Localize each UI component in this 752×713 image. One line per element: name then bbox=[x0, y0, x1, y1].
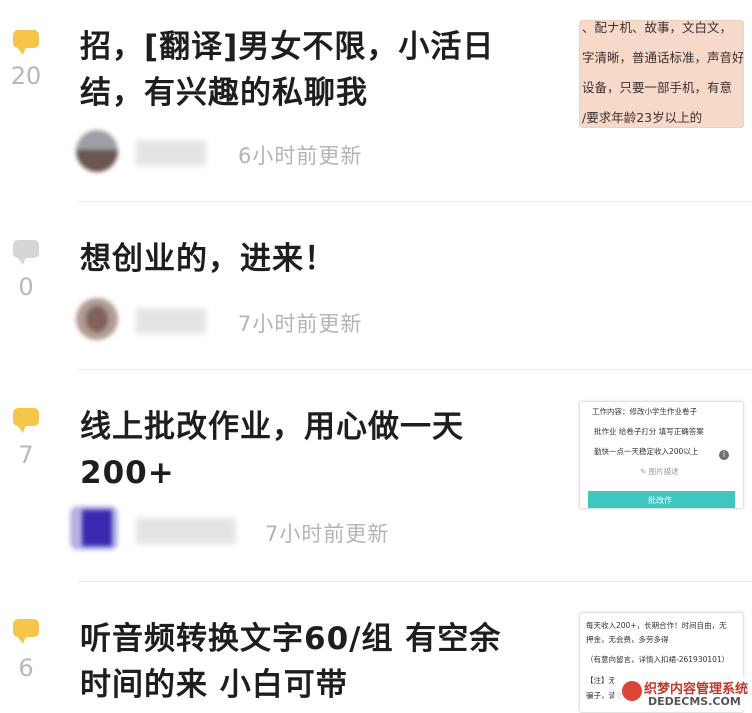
update-time: 7小时前更新 bbox=[265, 522, 390, 546]
comment-bubble-tail bbox=[17, 636, 26, 644]
post-thumbnail[interactable]: 、配ナ机、故事，文白文， 字清晰，普通话标准，声音好 设备，只要一部手机，有意 … bbox=[579, 20, 744, 128]
watermark-domain: DEDECMS.COM bbox=[648, 695, 741, 708]
thumbnail-text: 押金，无会费，多劳多得 bbox=[586, 635, 669, 644]
post-title-line: 听音频转换文字60/组 有空余 bbox=[80, 621, 502, 657]
watermark: 织梦内容管理系统 DEDECMS.COM bbox=[614, 676, 750, 710]
comment-bubble-tail bbox=[17, 257, 26, 265]
comment-count: 0 bbox=[18, 273, 34, 301]
update-time: 6小时前更新 bbox=[238, 144, 363, 168]
thumbnail-text: 工作内容：修改小学生作业卷子 bbox=[592, 407, 697, 416]
post-title[interactable]: 招，[翻译]男女不限，小活日 结，有兴趣的私聊我 bbox=[80, 24, 560, 116]
comment-bubble-tail bbox=[17, 425, 26, 433]
divider bbox=[78, 581, 752, 582]
info-icon: i bbox=[719, 450, 729, 460]
username-blurred[interactable] bbox=[136, 518, 236, 544]
thumbnail-banner: 批改作 bbox=[588, 491, 735, 508]
post-title-line: 结，有兴趣的私聊我 bbox=[80, 75, 368, 111]
comment-bubble-icon bbox=[13, 619, 39, 637]
post-title[interactable]: 听音频转换文字60/组 有空余 时间的来 小白可带 bbox=[80, 616, 560, 708]
username-blurred[interactable] bbox=[136, 308, 206, 334]
post-thumbnail[interactable]: 工作内容：修改小学生作业卷子 批作业 给卷子打分 填写正确答案 勤快一点一天稳定… bbox=[579, 401, 744, 509]
divider bbox=[78, 201, 752, 202]
thumbnail-banner-text: 批改作 bbox=[648, 496, 672, 505]
post-title-line: 时间的来 小白可带 bbox=[80, 667, 348, 703]
comment-count: 20 bbox=[10, 62, 42, 90]
comment-bubble-icon bbox=[13, 240, 39, 258]
thumbnail-text: /要求年龄23岁以上的 bbox=[582, 110, 703, 125]
divider bbox=[78, 369, 752, 370]
thumbnail-text: 批作业 给卷子打分 填写正确答案 bbox=[594, 427, 704, 436]
thumbnail-text: 设备，只要一部手机，有意 bbox=[582, 80, 733, 95]
post-title[interactable]: 想创业的，进来！ bbox=[80, 236, 560, 282]
avatar[interactable] bbox=[70, 506, 118, 550]
post-title-line: 线上批改作业，用心做一天 bbox=[80, 409, 464, 445]
post-title-line: 想创业的，进来！ bbox=[80, 241, 336, 277]
post-title[interactable]: 线上批改作业，用心做一天 200+ bbox=[80, 404, 560, 496]
thumbnail-text: 字清晰，普通话标准，声音好 bbox=[582, 50, 744, 65]
comment-count: 7 bbox=[18, 441, 34, 469]
username-blurred[interactable] bbox=[136, 140, 206, 166]
avatar[interactable] bbox=[76, 298, 118, 340]
comment-bubble-tail bbox=[17, 47, 26, 55]
post-title-line: 200+ bbox=[80, 455, 175, 491]
thumbnail-text: 每天收入200+，长期合作！时间自由，无 bbox=[586, 621, 727, 630]
post-title-line: 招，[翻译]男女不限，小活日 bbox=[80, 29, 495, 65]
watermark-logo-icon bbox=[622, 681, 642, 701]
update-time: 7小时前更新 bbox=[238, 312, 363, 336]
comment-bubble-icon bbox=[13, 408, 39, 426]
avatar[interactable] bbox=[76, 130, 118, 172]
comment-count: 6 bbox=[18, 654, 34, 682]
comment-bubble-icon bbox=[13, 30, 39, 48]
thumbnail-text: ✎ 图片描述 bbox=[640, 467, 679, 476]
thumbnail-text: 、配ナ机、故事，文白文， bbox=[582, 20, 733, 35]
thumbnail-text: （有意向留言，详情入扣裙-261930101） bbox=[586, 655, 730, 664]
